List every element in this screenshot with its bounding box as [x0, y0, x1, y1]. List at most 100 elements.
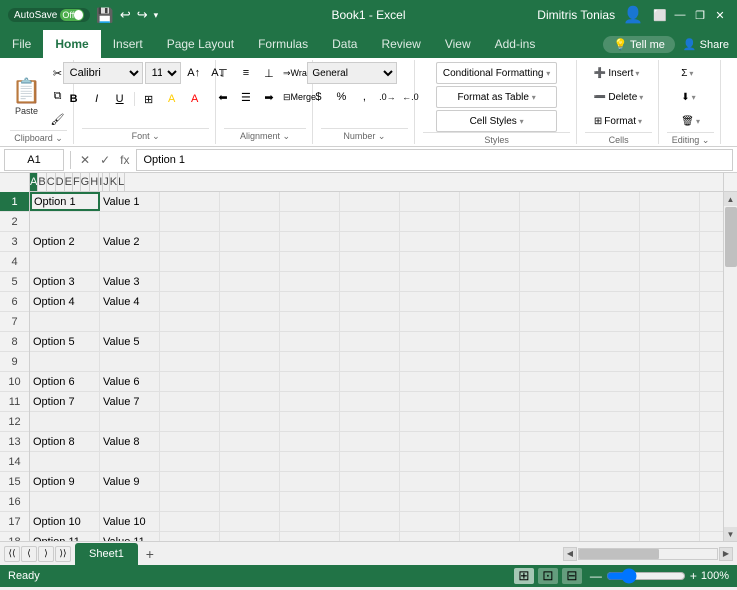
ribbon-collapse-icon[interactable]: ⬜ [651, 6, 669, 24]
row-num-10[interactable]: 10 [0, 372, 29, 392]
cell-G13[interactable] [400, 432, 460, 451]
cell-B3[interactable]: Value 2 [100, 232, 160, 251]
cell-K4[interactable] [640, 252, 700, 271]
cell-B13[interactable]: Value 8 [100, 432, 160, 451]
sheet-nav-last[interactable]: ⟩⟩ [55, 546, 71, 562]
italic-button[interactable]: I [86, 88, 108, 110]
cell-B12[interactable] [100, 412, 160, 431]
cell-I4[interactable] [520, 252, 580, 271]
cell-J16[interactable] [580, 492, 640, 511]
cell-F6[interactable] [340, 292, 400, 311]
cell-D11[interactable] [220, 392, 280, 411]
cell-I3[interactable] [520, 232, 580, 251]
cell-B9[interactable] [100, 352, 160, 371]
cell-D13[interactable] [220, 432, 280, 451]
col-header-h[interactable]: H [90, 173, 99, 191]
cell-G14[interactable] [400, 452, 460, 471]
quick-access-dropdown-icon[interactable]: ▾ [154, 10, 159, 21]
vertical-scrollbar[interactable]: ▲ ▼ [723, 192, 737, 541]
normal-view-button[interactable]: ⊞ [514, 568, 534, 584]
clipboard-expand-icon[interactable]: ⌄ [55, 133, 63, 143]
minimize-button[interactable]: — [671, 6, 689, 24]
cell-C7[interactable] [160, 312, 220, 331]
row-num-11[interactable]: 11 [0, 392, 29, 412]
comma-button[interactable]: , [353, 86, 375, 108]
cell-I17[interactable] [520, 512, 580, 531]
page-break-view-button[interactable]: ⊟ [562, 568, 582, 584]
cell-I8[interactable] [520, 332, 580, 351]
cell-E1[interactable] [280, 192, 340, 211]
autosave-indicator[interactable]: AutoSave Off [8, 8, 90, 22]
align-center-button[interactable]: ☰ [235, 86, 257, 108]
cell-D2[interactable] [220, 212, 280, 231]
percent-button[interactable]: % [330, 86, 352, 108]
cell-A13[interactable]: Option 8 [30, 432, 100, 451]
cell-E3[interactable] [280, 232, 340, 251]
bold-button[interactable]: B [63, 88, 85, 110]
cell-F7[interactable] [340, 312, 400, 331]
cell-K16[interactable] [640, 492, 700, 511]
cell-H11[interactable] [460, 392, 520, 411]
undo-icon[interactable]: ↩ [120, 7, 131, 23]
cell-J8[interactable] [580, 332, 640, 351]
row-num-4[interactable]: 4 [0, 252, 29, 272]
cell-K11[interactable] [640, 392, 700, 411]
cell-B7[interactable] [100, 312, 160, 331]
horizontal-scroll-track[interactable] [578, 548, 718, 560]
cell-J17[interactable] [580, 512, 640, 531]
cell-L4[interactable] [700, 252, 723, 271]
cell-C6[interactable] [160, 292, 220, 311]
cell-K1[interactable] [640, 192, 700, 211]
cell-J13[interactable] [580, 432, 640, 451]
cell-J6[interactable] [580, 292, 640, 311]
cell-J18[interactable] [580, 532, 640, 541]
cell-F18[interactable] [340, 532, 400, 541]
cell-G7[interactable] [400, 312, 460, 331]
cell-E6[interactable] [280, 292, 340, 311]
cell-C3[interactable] [160, 232, 220, 251]
cell-I6[interactable] [520, 292, 580, 311]
number-expand-icon[interactable]: ⌄ [378, 131, 386, 141]
row-num-3[interactable]: 3 [0, 232, 29, 252]
cell-D17[interactable] [220, 512, 280, 531]
cell-H8[interactable] [460, 332, 520, 351]
cell-E7[interactable] [280, 312, 340, 331]
conditional-formatting-button[interactable]: Conditional Formatting ▾ [436, 62, 557, 84]
cell-A18[interactable]: Option 11 [30, 532, 100, 541]
cell-C10[interactable] [160, 372, 220, 391]
cell-C17[interactable] [160, 512, 220, 531]
col-header-f[interactable]: F [73, 173, 81, 191]
cell-J5[interactable] [580, 272, 640, 291]
sheet-tab-sheet1[interactable]: Sheet1 [75, 543, 138, 565]
cell-G2[interactable] [400, 212, 460, 231]
col-header-c[interactable]: C [47, 173, 56, 191]
cell-J4[interactable] [580, 252, 640, 271]
cell-F10[interactable] [340, 372, 400, 391]
cell-D18[interactable] [220, 532, 280, 541]
sum-button[interactable]: Σ ▾ [677, 62, 704, 84]
confirm-formula-button[interactable]: ✓ [97, 153, 113, 167]
save-icon[interactable]: 💾 [96, 7, 113, 24]
cell-D6[interactable] [220, 292, 280, 311]
cell-G17[interactable] [400, 512, 460, 531]
cell-J1[interactable] [580, 192, 640, 211]
cell-I2[interactable] [520, 212, 580, 231]
cell-A4[interactable] [30, 252, 100, 271]
row-num-7[interactable]: 7 [0, 312, 29, 332]
cell-F12[interactable] [340, 412, 400, 431]
cell-A16[interactable] [30, 492, 100, 511]
row-num-18[interactable]: 18 [0, 532, 29, 541]
cell-K12[interactable] [640, 412, 700, 431]
autosave-toggle[interactable]: Off [60, 9, 84, 21]
cell-I10[interactable] [520, 372, 580, 391]
cell-H15[interactable] [460, 472, 520, 491]
cell-J15[interactable] [580, 472, 640, 491]
cell-H2[interactable] [460, 212, 520, 231]
cell-G12[interactable] [400, 412, 460, 431]
cell-B4[interactable] [100, 252, 160, 271]
font-name-select[interactable]: Calibri [63, 62, 143, 84]
cell-F8[interactable] [340, 332, 400, 351]
cell-H10[interactable] [460, 372, 520, 391]
cell-H7[interactable] [460, 312, 520, 331]
cell-F9[interactable] [340, 352, 400, 371]
